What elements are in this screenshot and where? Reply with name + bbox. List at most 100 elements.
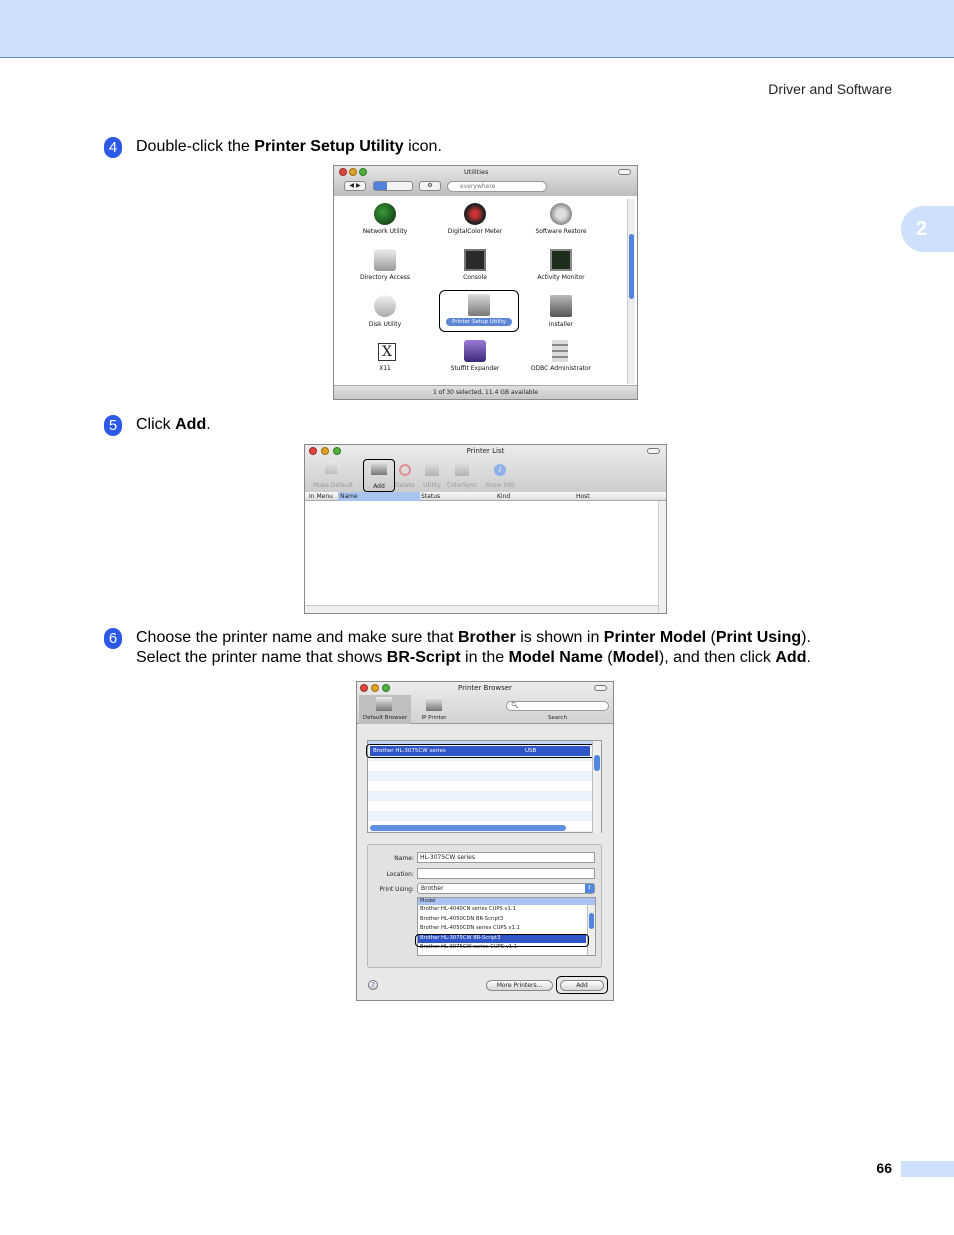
horizontal-scroll-thumb <box>370 825 566 831</box>
toolbar-toggle-icon <box>618 169 631 175</box>
view-buttons-icon <box>373 181 413 191</box>
search-label: Search <box>548 715 567 721</box>
model-list: Model Brother HL-4040CN series CUPS v1.1… <box>417 897 596 956</box>
printer-browser-title: Printer Browser <box>458 684 512 692</box>
app-label: Disk Utility <box>368 321 402 328</box>
step-5-text: Click Add. <box>136 416 211 433</box>
step-number-badge: 5 <box>104 415 122 436</box>
directory-access-icon <box>374 249 396 271</box>
x11-icon: X <box>378 343 396 361</box>
app-label: Network Utility <box>362 228 408 235</box>
app-label: Console <box>463 274 487 281</box>
printer-list-table: Brother HL-3075CW series USB <box>366 740 602 833</box>
zoom-light-icon <box>359 168 367 176</box>
column-name: Name <box>338 492 420 501</box>
status-bar: 1 of 30 selected, 11.4 GB available <box>334 385 637 399</box>
model-column-header: Model <box>418 898 595 905</box>
ip-printer-icon <box>426 697 442 711</box>
location-label: Location: <box>386 871 414 878</box>
model-row: Brother HL-4040CN series CUPS v1.1 <box>420 906 516 912</box>
app-label: X11 <box>379 365 391 372</box>
action-gear-icon: ⚙ <box>419 181 441 191</box>
step-6-line-2: Select the printer name that shows BR-Sc… <box>136 649 811 666</box>
printer-attributes-panel: Name: HL-3075CW series Location: Print U… <box>367 844 602 968</box>
console-icon <box>464 249 486 271</box>
app-label: Activity Monitor <box>537 274 585 281</box>
search-field: everywhere <box>447 181 547 192</box>
installer-icon <box>550 295 572 317</box>
disk-utility-icon <box>374 295 396 317</box>
toolbar-label: Show Info <box>485 482 515 489</box>
vertical-scrollbar <box>627 199 635 384</box>
model-row: Brother HL-4050CDN BR-Script3 <box>420 915 504 922</box>
chapter-tab: 2 <box>901 206 954 252</box>
printer-list-column-header: In Menu Name Status Kind Host <box>305 492 666 501</box>
running-header: Driver and Software <box>768 81 892 97</box>
colorsync-icon <box>455 463 469 476</box>
toolbar-label: IP Printer <box>421 715 447 721</box>
utilities-window-screenshot: Utilities ◀ ▶ ⚙ everywhere Network Utili… <box>333 165 638 400</box>
delete-icon <box>399 464 411 476</box>
info-icon: i <box>494 464 506 476</box>
add-printer-icon <box>371 461 387 475</box>
step-6-line-1: Choose the printer name and make sure th… <box>136 629 811 646</box>
minimize-light-icon <box>349 168 357 176</box>
activity-monitor-icon <box>550 249 572 271</box>
stuffit-expander-icon <box>464 340 486 362</box>
step-number-badge: 4 <box>104 137 122 158</box>
header-band <box>0 0 954 58</box>
back-forward-icon: ◀ ▶ <box>344 181 366 191</box>
app-label-selected: Printer Setup Utility <box>446 318 512 326</box>
column-status: Status <box>421 493 441 500</box>
app-label: Directory Access <box>359 274 411 281</box>
column-host: Host <box>576 493 590 500</box>
step-4: 4 Double-click the Printer Setup Utility… <box>104 137 894 158</box>
app-label: DigitalColor Meter <box>447 228 503 235</box>
add-button: Add <box>560 980 604 991</box>
step-4-text: Double-click the Printer Setup Utility i… <box>136 138 442 155</box>
default-browser-icon <box>376 697 392 711</box>
printer-browser-window-screenshot: Printer Browser Default Browser IP Print… <box>356 681 614 1001</box>
close-light-icon <box>339 168 347 176</box>
printer-list-titlebar: Printer List Make Default Add Delete Uti… <box>305 445 666 492</box>
step-number-badge: 6 <box>104 628 122 649</box>
toolbar-label: ColorSync <box>446 482 478 489</box>
name-field: HL-3075CW series <box>417 852 595 863</box>
utilities-icon-grid: Network Utility DigitalColor Meter Softw… <box>340 199 624 384</box>
search-field: 🔍︎ <box>506 701 609 711</box>
app-label: Installer <box>548 321 574 328</box>
printer-list-window-screenshot: Printer List Make Default Add Delete Uti… <box>304 444 667 614</box>
utility-icon <box>425 463 439 476</box>
scroll-thumb <box>594 755 600 771</box>
page-number: 66 <box>876 1160 892 1176</box>
location-field <box>417 868 595 879</box>
network-utility-icon <box>374 203 396 225</box>
search-icon: 🔍︎ <box>511 702 519 709</box>
name-label: Name: <box>394 855 414 862</box>
selected-model-highlight <box>415 934 589 947</box>
printer-list-title: Printer List <box>466 447 505 455</box>
toolbar-label: Delete <box>395 482 415 489</box>
more-printers-button: More Printers... <box>486 980 553 991</box>
print-using-label: Print Using: <box>379 886 414 893</box>
column-kind: Kind <box>497 493 511 500</box>
horizontal-scrollbar <box>305 605 658 613</box>
vertical-scrollbar <box>658 501 666 613</box>
popup-arrows-icon: ⇕ <box>585 884 594 893</box>
toolbar-label: Make Default <box>313 482 353 489</box>
model-scrollbar <box>587 905 595 955</box>
scroll-thumb <box>629 234 634 299</box>
app-label: StuffIt Expander <box>450 365 500 372</box>
printer-setup-utility-icon <box>468 294 490 316</box>
printer-browser-titlebar: Printer Browser Default Browser IP Print… <box>357 682 613 724</box>
scroll-thumb <box>589 913 594 929</box>
app-label: ODBC Administrator <box>530 365 592 372</box>
step-5: 5 Click Add. <box>104 415 894 436</box>
utilities-title: Utilities <box>464 168 489 176</box>
digitalcolor-meter-icon <box>464 203 486 225</box>
utilities-titlebar: Utilities ◀ ▶ ⚙ everywhere <box>334 166 637 196</box>
print-using-popup: Brother ⇕ <box>417 883 595 894</box>
step-6: 6 Choose the printer name and make sure … <box>104 628 894 668</box>
print-using-value: Brother <box>421 885 444 892</box>
footer-bar <box>901 1161 954 1177</box>
